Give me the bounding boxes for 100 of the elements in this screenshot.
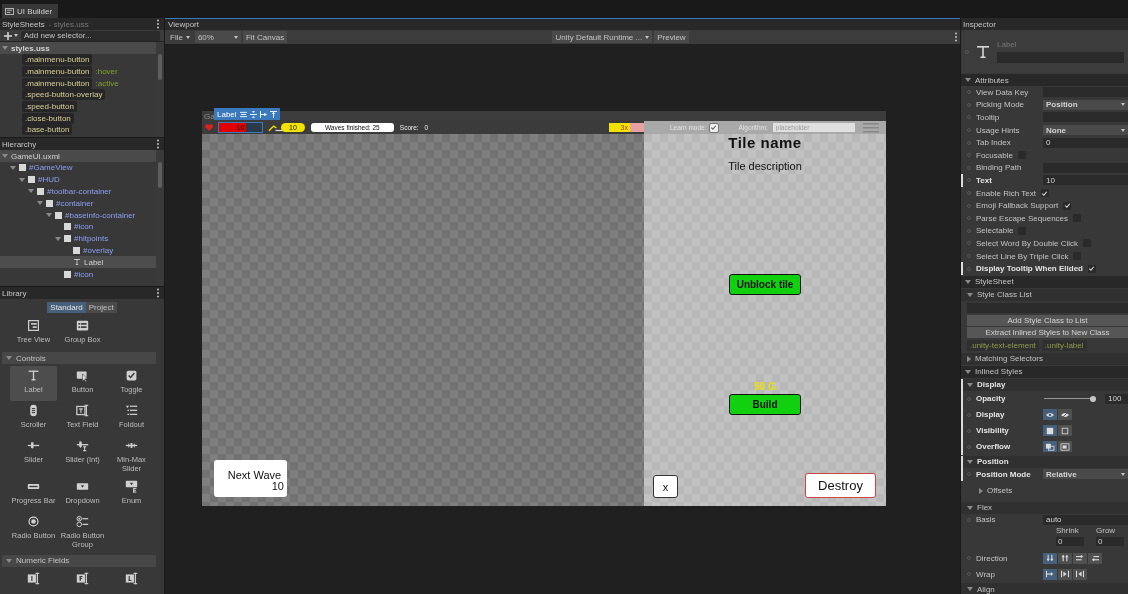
destroy-button[interactable]: Destroy [805,473,876,498]
foldout-header[interactable]: Offsets [961,480,1128,501]
foldout-arrow-icon[interactable] [967,292,973,297]
subsection-header[interactable]: Style Class List [961,288,1128,301]
checkbox[interactable] [1087,264,1096,273]
toggle-button[interactable] [1058,568,1072,580]
close-button[interactable]: x [653,475,678,498]
text-field[interactable]: 0 [1043,137,1128,148]
caret-icon [1121,103,1125,107]
checkbox[interactable] [1063,201,1072,210]
section-header[interactable]: Inlined Styles [961,365,1128,378]
section-header[interactable]: Numeric Fields [2,554,156,567]
style-class-tag[interactable]: .unity-text-element [967,339,1039,351]
learn-mode-checkbox[interactable] [709,123,718,132]
caret-icon [14,34,18,37]
foldout-arrow-icon[interactable] [2,154,8,158]
toggle-button[interactable] [1058,441,1072,453]
number-field[interactable]: 0 [1056,537,1084,547]
number-field[interactable]: 100 [1105,393,1128,404]
hierarchy-item[interactable]: #hitpoints [0,232,156,245]
preview-button[interactable]: Preview [654,31,689,43]
number-field[interactable]: 0 [1096,537,1124,547]
foldout-arrow-icon[interactable] [967,505,973,510]
hierarchy-item[interactable]: #toolbar-container [0,185,156,198]
hierarchy-item[interactable]: #GameView [0,162,156,174]
selector-field[interactable]: Add new selector... [21,30,160,41]
section-header[interactable]: Controls [2,352,156,364]
hierarchy-item[interactable]: #baseinfo-container [0,209,156,221]
text-field[interactable]: auto [1043,514,1128,525]
foldout-arrow-icon[interactable] [967,587,973,592]
dropdown[interactable]: Relative [1043,469,1128,480]
panel-subtitle: - styles.uss [48,19,89,29]
library-tab[interactable]: Standard [47,302,86,313]
build-button[interactable]: Build [729,394,801,415]
selector-chip[interactable]: .base-button [22,124,73,136]
toggle-button[interactable] [1043,441,1057,453]
style-class-button[interactable]: Add Style Class to List [967,314,1128,326]
window-tab[interactable]: UI Builder [2,4,59,18]
fit-canvas-button[interactable]: Fit Canvas [242,31,288,43]
hierarchy-item[interactable]: #container [0,197,156,210]
toggle-button[interactable] [1058,425,1072,437]
library-tab[interactable]: Project [85,302,117,313]
more-menu-icon[interactable] [954,32,958,42]
plus-icon [4,31,12,40]
style-class-tag[interactable]: .unity-label [1041,339,1087,351]
hierarchy-item[interactable]: #overlay [0,244,156,257]
toggle-button[interactable] [1088,552,1102,564]
section-header[interactable]: StyleSheet [961,275,1128,288]
theme-dropdown[interactable]: Unity Default Runtime ... [552,31,653,43]
subsection-header[interactable]: Position [961,455,1128,468]
subsection-header[interactable]: Align [961,583,1128,594]
foldout-arrow-icon[interactable] [965,369,971,374]
slider-thumb[interactable] [1090,395,1096,402]
selector-chip[interactable]: .mainmenu-button [22,77,93,89]
more-menu-icon[interactable] [156,288,160,298]
hierarchy-item[interactable]: #HUD [0,173,156,186]
toggle-button[interactable] [1043,425,1057,437]
stylesheet-item[interactable]: styles.uss [0,42,156,54]
field-label: Grow [1096,526,1116,536]
selector-chip[interactable]: .mainmenu-button [22,66,93,78]
more-menu-icon[interactable] [156,19,160,29]
dropdown[interactable]: None [1043,125,1128,136]
foldout-arrow-icon[interactable] [967,382,973,387]
foldout-arrow-icon[interactable] [6,356,12,360]
selector-chip[interactable]: .speed-button [22,101,77,113]
add-button[interactable] [4,31,18,40]
selector-chip[interactable]: .speed-button-overlay [22,89,106,101]
document-item[interactable]: GameUI.uxml [0,150,156,162]
selection-toolbar[interactable]: Label [214,108,280,120]
toggle-button[interactable] [1043,409,1057,421]
foldout-arrow-icon[interactable] [965,78,971,82]
foldout-arrow-icon[interactable] [965,279,971,284]
hierarchy-item[interactable]: #icon [0,268,156,280]
subsection-header[interactable]: Flex [961,501,1128,514]
hierarchy-item[interactable]: #icon [0,221,156,233]
zoom-dropdown[interactable]: 60% [194,31,241,43]
section-header[interactable]: Attributes [961,74,1128,86]
checkbox[interactable] [1040,189,1049,198]
selector-chip[interactable]: .close-button [22,112,74,124]
toggle-button[interactable] [1058,409,1072,421]
next-wave-button[interactable]: Next Wave 10 [214,460,287,497]
toggle-button[interactable] [1043,568,1057,580]
subsection-header[interactable]: Display [961,378,1128,391]
toggle-button[interactable] [1073,568,1087,580]
foldout-arrow-icon[interactable] [6,558,12,563]
dropdown[interactable]: Position [1043,99,1128,110]
more-menu-icon[interactable] [156,139,160,149]
toggle-button[interactable] [1058,552,1072,564]
text-field[interactable]: 10 [1043,175,1128,186]
toggle-button[interactable] [1043,552,1057,564]
selector-chip[interactable]: .mainmenu-button [22,54,93,66]
toggle-button[interactable] [1073,552,1087,564]
style-class-button[interactable]: Extract Inlined Styles to New Class [967,326,1128,338]
foldout-arrow-icon[interactable] [967,459,973,464]
foldout-arrow-icon[interactable] [2,46,8,50]
subsection-header[interactable]: Matching Selectors [961,352,1128,365]
hierarchy-item[interactable]: Label [0,256,156,269]
caret-icon [1121,128,1125,132]
unblock-tile-button[interactable]: Unblock tile [729,274,801,295]
file-menu[interactable]: File [167,31,193,43]
